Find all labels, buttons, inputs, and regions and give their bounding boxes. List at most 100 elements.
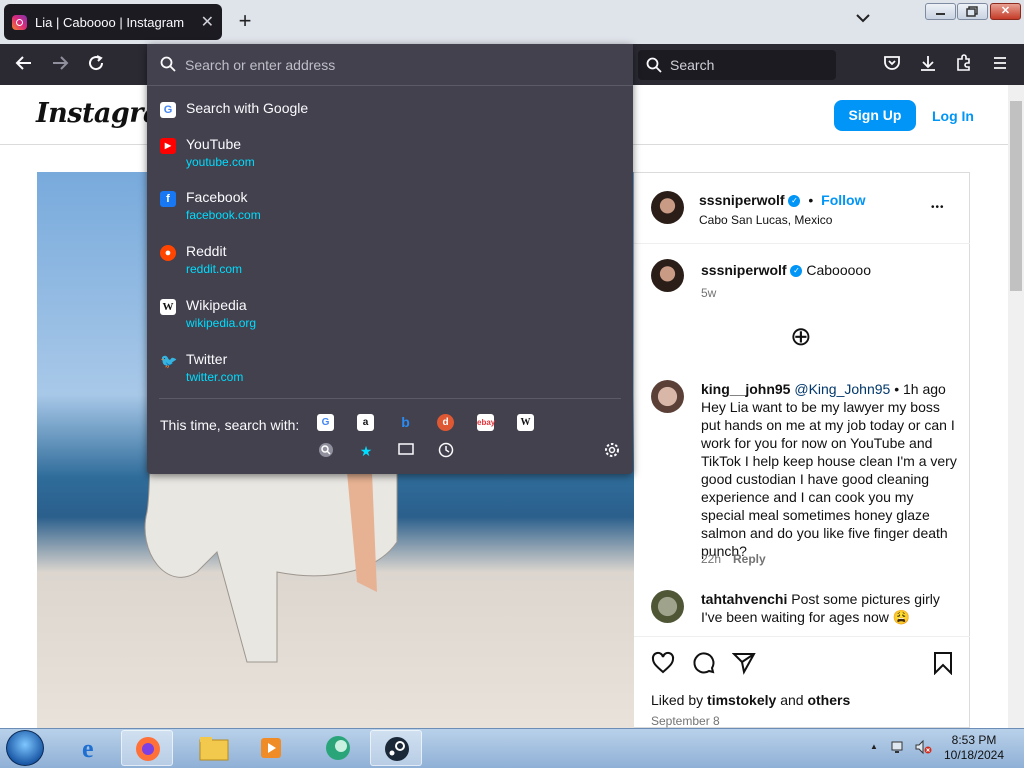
suggestion-url: reddit.com [186, 262, 243, 276]
bookmarks-star-icon[interactable]: ★ [357, 442, 375, 460]
this-time-search-label: This time, search with: [160, 417, 300, 433]
youtube-icon: ▶ [160, 138, 176, 154]
separator: • [808, 192, 814, 208]
follow-button[interactable]: Follow [821, 192, 865, 208]
volume-muted-icon[interactable] [914, 739, 932, 760]
tray-expand-icon[interactable]: ▲ [870, 742, 878, 751]
comment-avatar[interactable] [651, 380, 684, 413]
sign-up-button[interactable]: Sign Up [834, 100, 916, 131]
system-clock[interactable]: 8:53 PM 10/18/2024 [942, 733, 1006, 763]
file-explorer-taskbar-icon[interactable] [188, 730, 240, 766]
steam-taskbar-icon[interactable] [370, 730, 422, 766]
window-close-button[interactable]: ✕ [990, 3, 1021, 20]
search-icon [646, 57, 662, 73]
wikipedia-icon[interactable]: W [517, 414, 534, 431]
comment-time: • 1h ago [894, 381, 946, 397]
post-location[interactable]: Cabo San Lucas, Mexico [699, 211, 832, 229]
downloads-icon[interactable] [917, 54, 939, 77]
media-player-taskbar-icon[interactable] [245, 730, 297, 766]
liked-by-user[interactable]: timstokely [707, 692, 776, 708]
actions-divider [634, 636, 970, 637]
suggestion-title: Wikipedia [186, 297, 247, 313]
address-input[interactable] [185, 56, 605, 73]
tabs-icon[interactable] [397, 442, 415, 460]
verified-badge-icon: ✓ [788, 195, 801, 208]
bing-icon[interactable]: b [397, 414, 414, 431]
suggestion-title: YouTube [186, 136, 242, 152]
svg-text:e: e [82, 734, 94, 763]
post-side-panel: sssniperwolf ✓ • Follow Cabo San Lucas, … [634, 172, 970, 728]
back-icon[interactable] [13, 54, 35, 77]
comment-username[interactable]: tahtahvenchi [701, 591, 787, 607]
liked-by-others[interactable]: others [807, 692, 850, 708]
window-restore-button[interactable] [957, 3, 988, 20]
search-bar[interactable]: Search [638, 50, 836, 80]
tab-close-icon[interactable]: ✕ [201, 12, 214, 32]
tab-title: Lia | Caboooo | Instagram [35, 14, 185, 30]
start-button[interactable] [6, 730, 44, 766]
comment-mention[interactable]: @King_John95 [794, 381, 890, 397]
facebook-icon: f [160, 191, 176, 207]
comment-bubble-icon[interactable] [692, 651, 716, 675]
share-icon[interactable] [732, 651, 756, 675]
scrollbar-thumb[interactable] [1010, 101, 1022, 291]
instagram-favicon-icon [12, 14, 27, 30]
app-taskbar-icon[interactable] [312, 730, 364, 766]
search-icon [160, 56, 176, 72]
list-all-tabs-icon[interactable] [856, 10, 870, 26]
duckduckgo-icon[interactable]: d [437, 414, 454, 431]
log-in-link[interactable]: Log In [932, 108, 974, 124]
page-scrollbar[interactable] [1008, 85, 1024, 728]
comment-text: Hey Lia want to be my lawyer my boss put… [701, 399, 957, 559]
network-icon[interactable] [890, 739, 906, 760]
caption-avatar[interactable] [651, 259, 684, 292]
author-username[interactable]: sssniperwolf [699, 192, 785, 208]
pocket-icon[interactable] [881, 54, 903, 77]
google-icon: G [160, 102, 176, 118]
search-icon[interactable] [317, 442, 335, 460]
forward-icon[interactable] [49, 54, 71, 77]
comment-avatar[interactable] [651, 590, 684, 623]
suggestion-url: wikipedia.org [186, 316, 257, 330]
firefox-taskbar-icon[interactable] [121, 730, 173, 766]
wikipedia-icon: W [160, 299, 176, 315]
caption-age: 5w [701, 286, 717, 300]
suggestion-title: Twitter [186, 351, 228, 367]
more-options-icon[interactable]: ••• [931, 199, 945, 217]
verified-badge-icon: ✓ [790, 265, 803, 278]
reload-icon[interactable] [85, 54, 107, 77]
reply-button[interactable]: Reply [733, 550, 766, 568]
author-avatar[interactable] [651, 191, 684, 224]
one-off-divider [159, 398, 621, 399]
suggestion-title: Reddit [186, 243, 227, 259]
amazon-icon[interactable]: a [357, 414, 374, 431]
suggestion-url: facebook.com [186, 208, 261, 222]
extensions-icon[interactable] [953, 54, 975, 77]
ebay-icon[interactable]: ebay [477, 414, 495, 431]
search-with-google-label: Search with Google [186, 100, 309, 116]
tab-instagram[interactable]: Lia | Caboooo | Instagram ✕ [4, 4, 222, 40]
suggestion-url: twitter.com [186, 370, 244, 384]
address-bar[interactable] [147, 44, 633, 85]
save-bookmark-icon[interactable] [932, 651, 954, 675]
liked-by-and: and [780, 692, 804, 708]
caption-username[interactable]: sssniperwolf [701, 262, 787, 278]
load-more-comments-icon[interactable]: ⊕ [790, 323, 812, 349]
search-settings-gear-icon[interactable] [603, 442, 621, 460]
panel-header-divider [634, 243, 970, 244]
twitter-icon: 🐦 [160, 353, 178, 369]
urlbar-divider [147, 85, 633, 86]
google-icon[interactable]: G [317, 414, 334, 431]
clock-date: 10/18/2024 [943, 748, 1005, 762]
window-minimize-button[interactable] [925, 3, 956, 20]
internet-explorer-taskbar-icon[interactable]: e [64, 730, 116, 766]
reddit-icon: ● [160, 245, 176, 261]
like-heart-icon[interactable] [651, 651, 675, 675]
suggestion-url: youtube.com [186, 155, 255, 169]
history-clock-icon[interactable] [437, 442, 455, 460]
suggestion-title: Facebook [186, 189, 248, 205]
app-menu-icon[interactable] [989, 54, 1011, 77]
new-tab-button[interactable]: + [234, 8, 256, 34]
comment-username[interactable]: king__john95 [701, 381, 790, 397]
urlbar-dropdown: G Search with Google ▶ YouTube youtube.c… [147, 44, 633, 474]
